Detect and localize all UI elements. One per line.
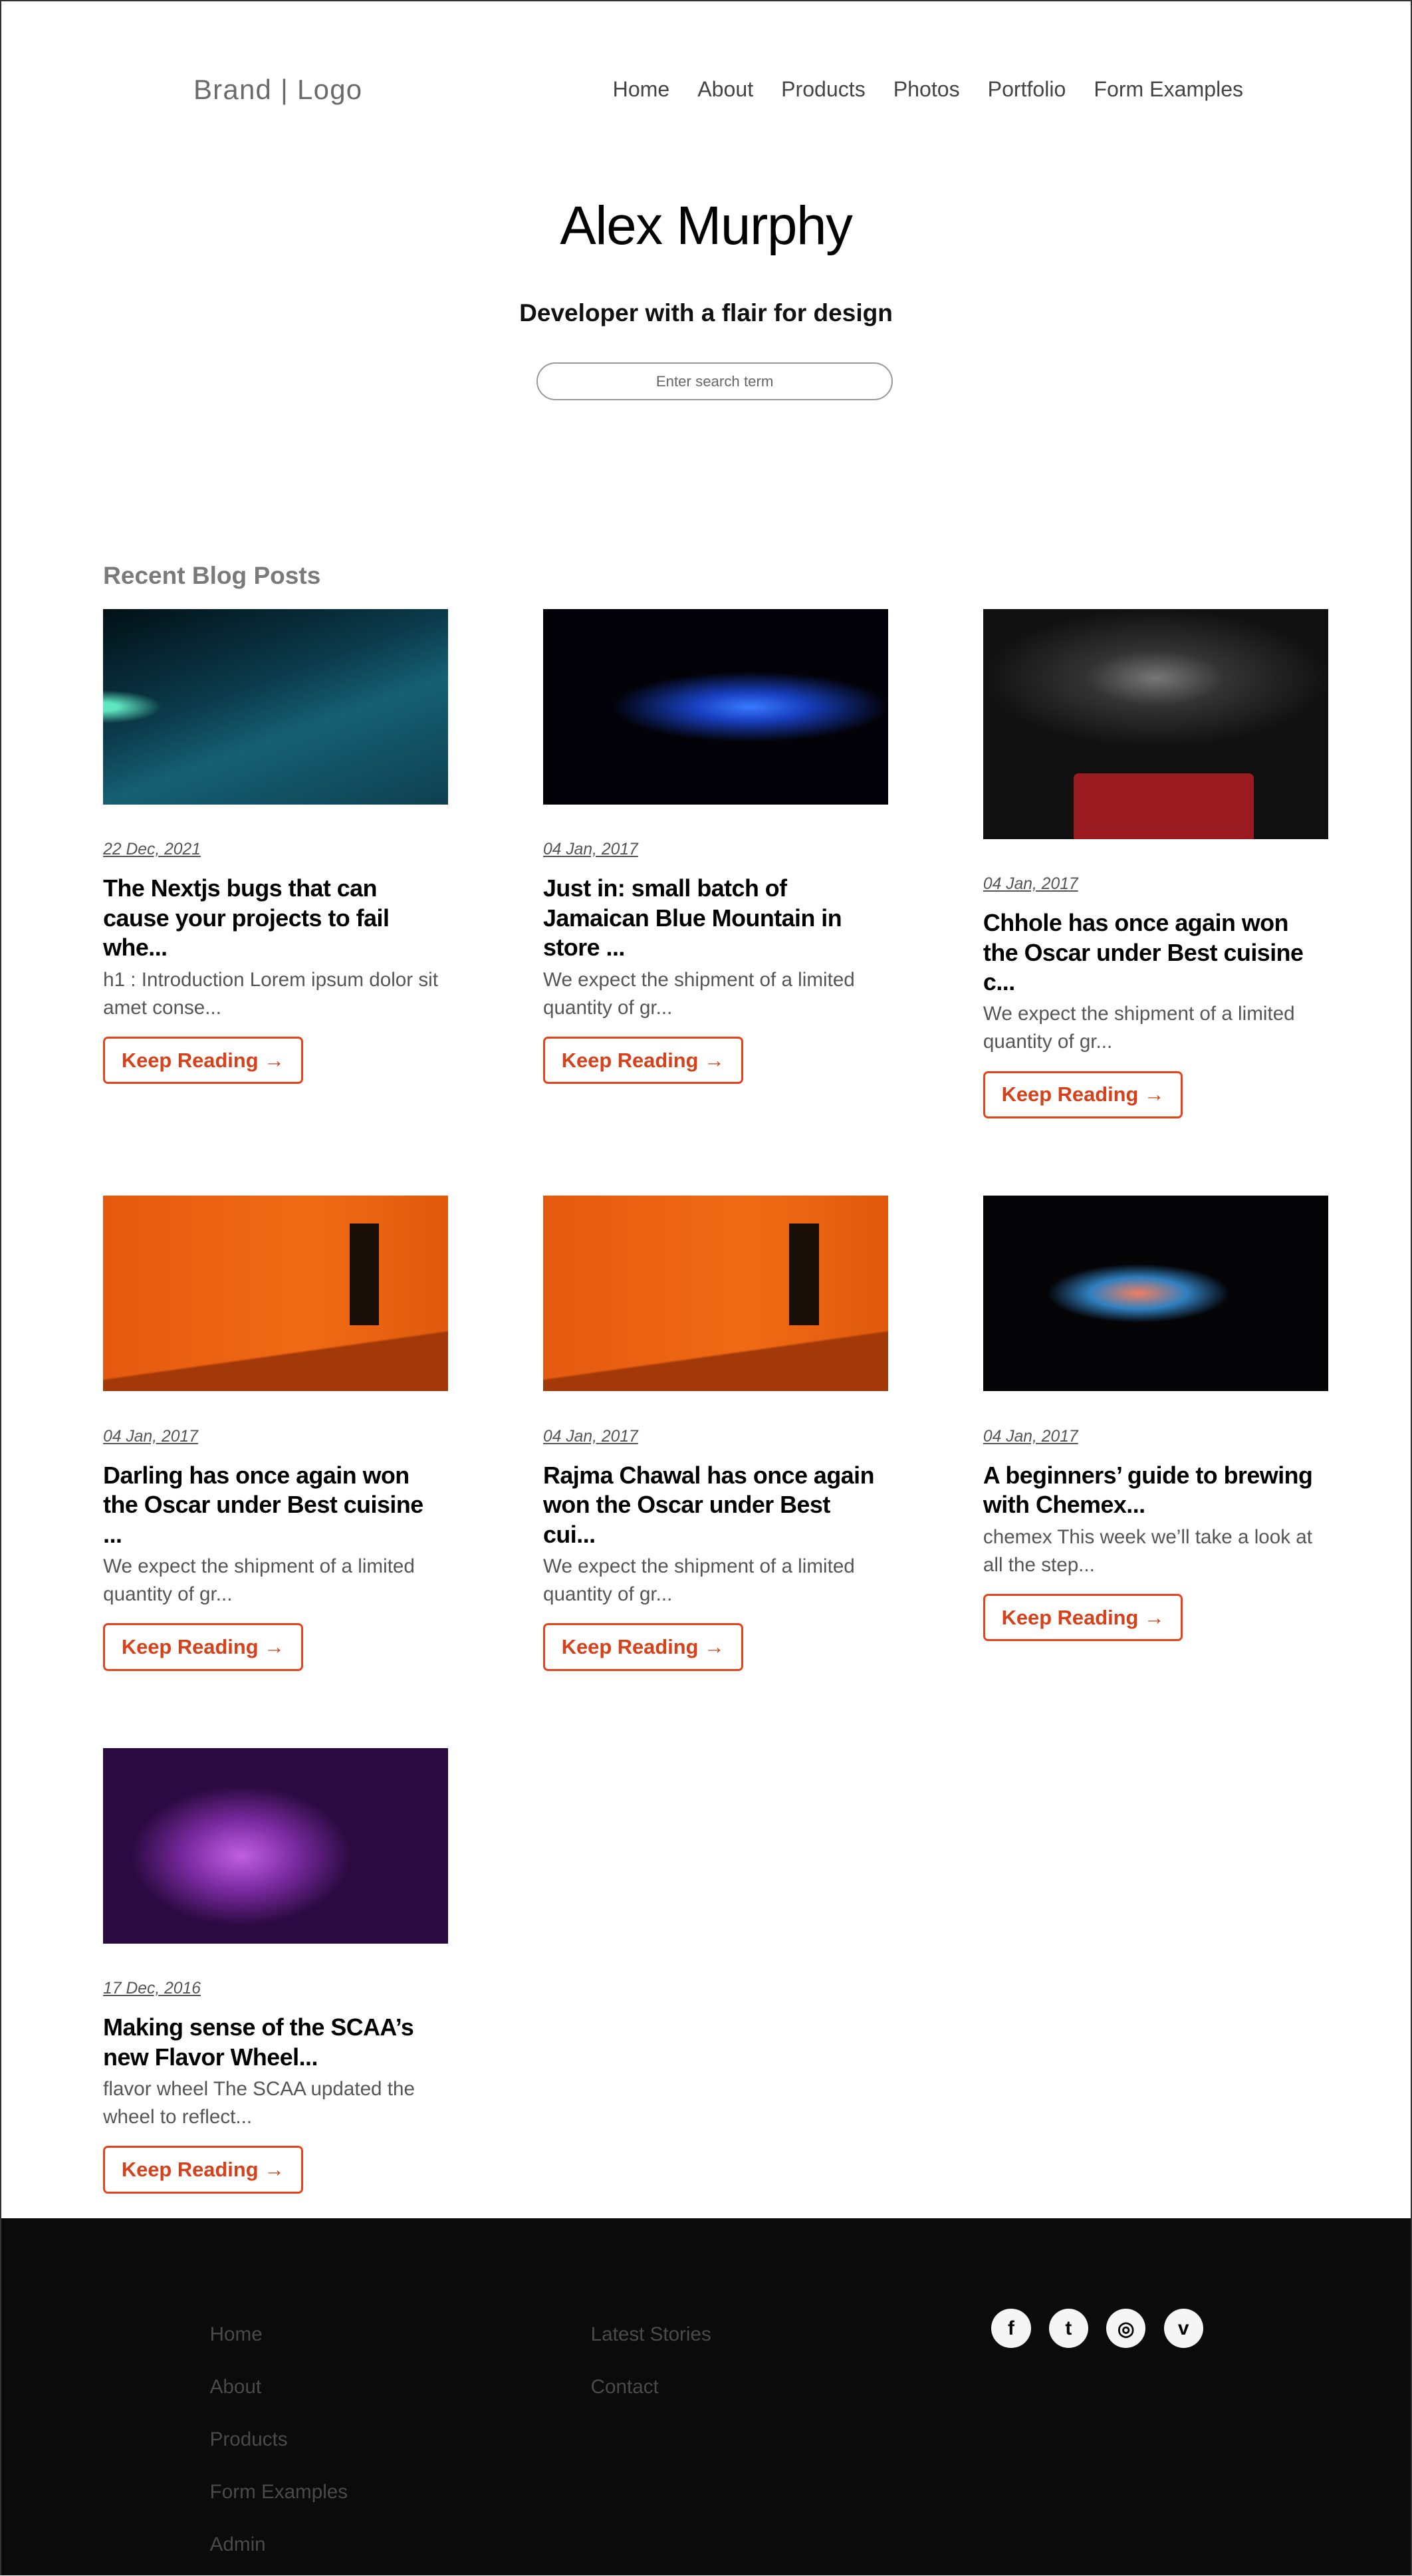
keep-reading-button[interactable]: Keep Reading →	[983, 1593, 1183, 1642]
blog-card: 17 Dec, 2016 Making sense of the SCAA’s …	[103, 1747, 448, 2194]
nav-products[interactable]: Products	[781, 77, 866, 102]
post-image[interactable]	[103, 1747, 448, 1944]
post-date: 04 Jan, 2017	[543, 840, 638, 859]
post-image[interactable]	[983, 1196, 1328, 1392]
blog-card: 22 Dec, 2021 The Nextjs bugs that can ca…	[103, 608, 448, 1085]
keep-reading-button[interactable]: Keep Reading →	[543, 1036, 743, 1085]
blog-grid: 22 Dec, 2021 The Nextjs bugs that can ca…	[103, 608, 1328, 2194]
post-excerpt: We expect the shipment of a limited quan…	[543, 1555, 855, 1606]
post-date: 04 Jan, 2017	[543, 1427, 638, 1446]
post-title[interactable]: Making sense of the SCAA’s new Flavor Wh…	[103, 2013, 448, 2072]
post-title[interactable]: A beginners’ guide to brewing with Cheme…	[983, 1461, 1328, 1520]
post-excerpt: We expect the shipment of a limited quan…	[543, 968, 855, 1019]
nav-form-examples[interactable]: Form Examples	[1094, 77, 1243, 102]
post-excerpt: chemex This week we’ll take a look at al…	[983, 1525, 1312, 1576]
brand-logo[interactable]: Brand | Logo	[193, 74, 362, 106]
post-date: 17 Dec, 2016	[103, 1980, 201, 1998]
section-title: Recent Blog Posts	[103, 561, 321, 590]
keep-reading-button[interactable]: Keep Reading →	[543, 1623, 743, 1671]
social-links: f t ◎ v	[991, 2309, 1203, 2349]
blog-card: 04 Jan, 2017 Darling has once again won …	[103, 1196, 448, 1671]
post-image[interactable]	[103, 608, 448, 805]
nav-about[interactable]: About	[697, 77, 753, 102]
post-date: 04 Jan, 2017	[103, 1427, 198, 1446]
blog-card: 04 Jan, 2017 A beginners’ guide to brewi…	[983, 1196, 1328, 1642]
post-date: 04 Jan, 2017	[983, 874, 1078, 893]
post-image[interactable]	[543, 1196, 888, 1392]
footer-link-about[interactable]: About	[210, 2373, 348, 2402]
post-date: 04 Jan, 2017	[983, 1427, 1078, 1446]
post-excerpt: h1 : Introduction Lorem ipsum dolor sit …	[103, 968, 438, 1019]
page: Brand | Logo Home About Products Photos …	[0, 0, 1412, 2575]
twitter-icon[interactable]: t	[1048, 2309, 1088, 2349]
post-title[interactable]: Rajma Chawal has once again won the Osca…	[543, 1461, 888, 1549]
post-title[interactable]: Darling has once again won the Oscar und…	[103, 1461, 448, 1549]
footer-link-form-examples[interactable]: Form Examples	[210, 2478, 348, 2507]
post-title[interactable]: Chhole has once again won the Oscar unde…	[983, 908, 1328, 997]
post-image[interactable]	[543, 608, 888, 805]
post-image[interactable]	[983, 608, 1328, 839]
blog-card: 04 Jan, 2017 Rajma Chawal has once again…	[543, 1196, 888, 1671]
post-title[interactable]: Just in: small batch of Jamaican Blue Mo…	[543, 874, 888, 962]
footer-link-contact[interactable]: Contact	[591, 2373, 711, 2402]
footer: Home About Products Form Examples Admin …	[1, 2218, 1411, 2575]
footer-links-secondary: Latest Stories Contact	[591, 2320, 711, 2402]
footer-link-latest-stories[interactable]: Latest Stories	[591, 2320, 711, 2349]
footer-links-primary: Home About Products Form Examples Admin	[210, 2320, 348, 2560]
keep-reading-button[interactable]: Keep Reading →	[103, 2146, 303, 2194]
footer-link-home[interactable]: Home	[210, 2320, 348, 2349]
nav-photos[interactable]: Photos	[893, 77, 960, 102]
search-input[interactable]	[536, 362, 893, 401]
main-nav: Home About Products Photos Portfolio For…	[613, 77, 1243, 102]
blog-card: 04 Jan, 2017 Just in: small batch of Jam…	[543, 608, 888, 1085]
keep-reading-button[interactable]: Keep Reading →	[103, 1623, 303, 1671]
instagram-icon[interactable]: ◎	[1106, 2309, 1146, 2349]
post-date: 22 Dec, 2021	[103, 840, 201, 859]
nav-home[interactable]: Home	[613, 77, 670, 102]
footer-link-products[interactable]: Products	[210, 2425, 348, 2454]
post-title[interactable]: The Nextjs bugs that can cause your proj…	[103, 874, 448, 962]
keep-reading-button[interactable]: Keep Reading →	[103, 1036, 303, 1085]
post-excerpt: We expect the shipment of a limited quan…	[103, 1555, 415, 1606]
hero-title: Alex Murphy	[560, 195, 853, 257]
facebook-icon[interactable]: f	[991, 2309, 1031, 2349]
nav-portfolio[interactable]: Portfolio	[988, 77, 1066, 102]
post-excerpt: flavor wheel The SCAA updated the wheel …	[103, 2078, 415, 2128]
hero-subtitle: Developer with a flair for design	[519, 299, 893, 327]
blog-card: 04 Jan, 2017 Chhole has once again won t…	[983, 608, 1328, 1119]
post-image[interactable]	[103, 1196, 448, 1392]
footer-link-admin[interactable]: Admin	[210, 2530, 348, 2559]
keep-reading-button[interactable]: Keep Reading →	[983, 1071, 1183, 1119]
post-excerpt: We expect the shipment of a limited quan…	[983, 1003, 1295, 1053]
vimeo-icon[interactable]: v	[1163, 2309, 1203, 2349]
